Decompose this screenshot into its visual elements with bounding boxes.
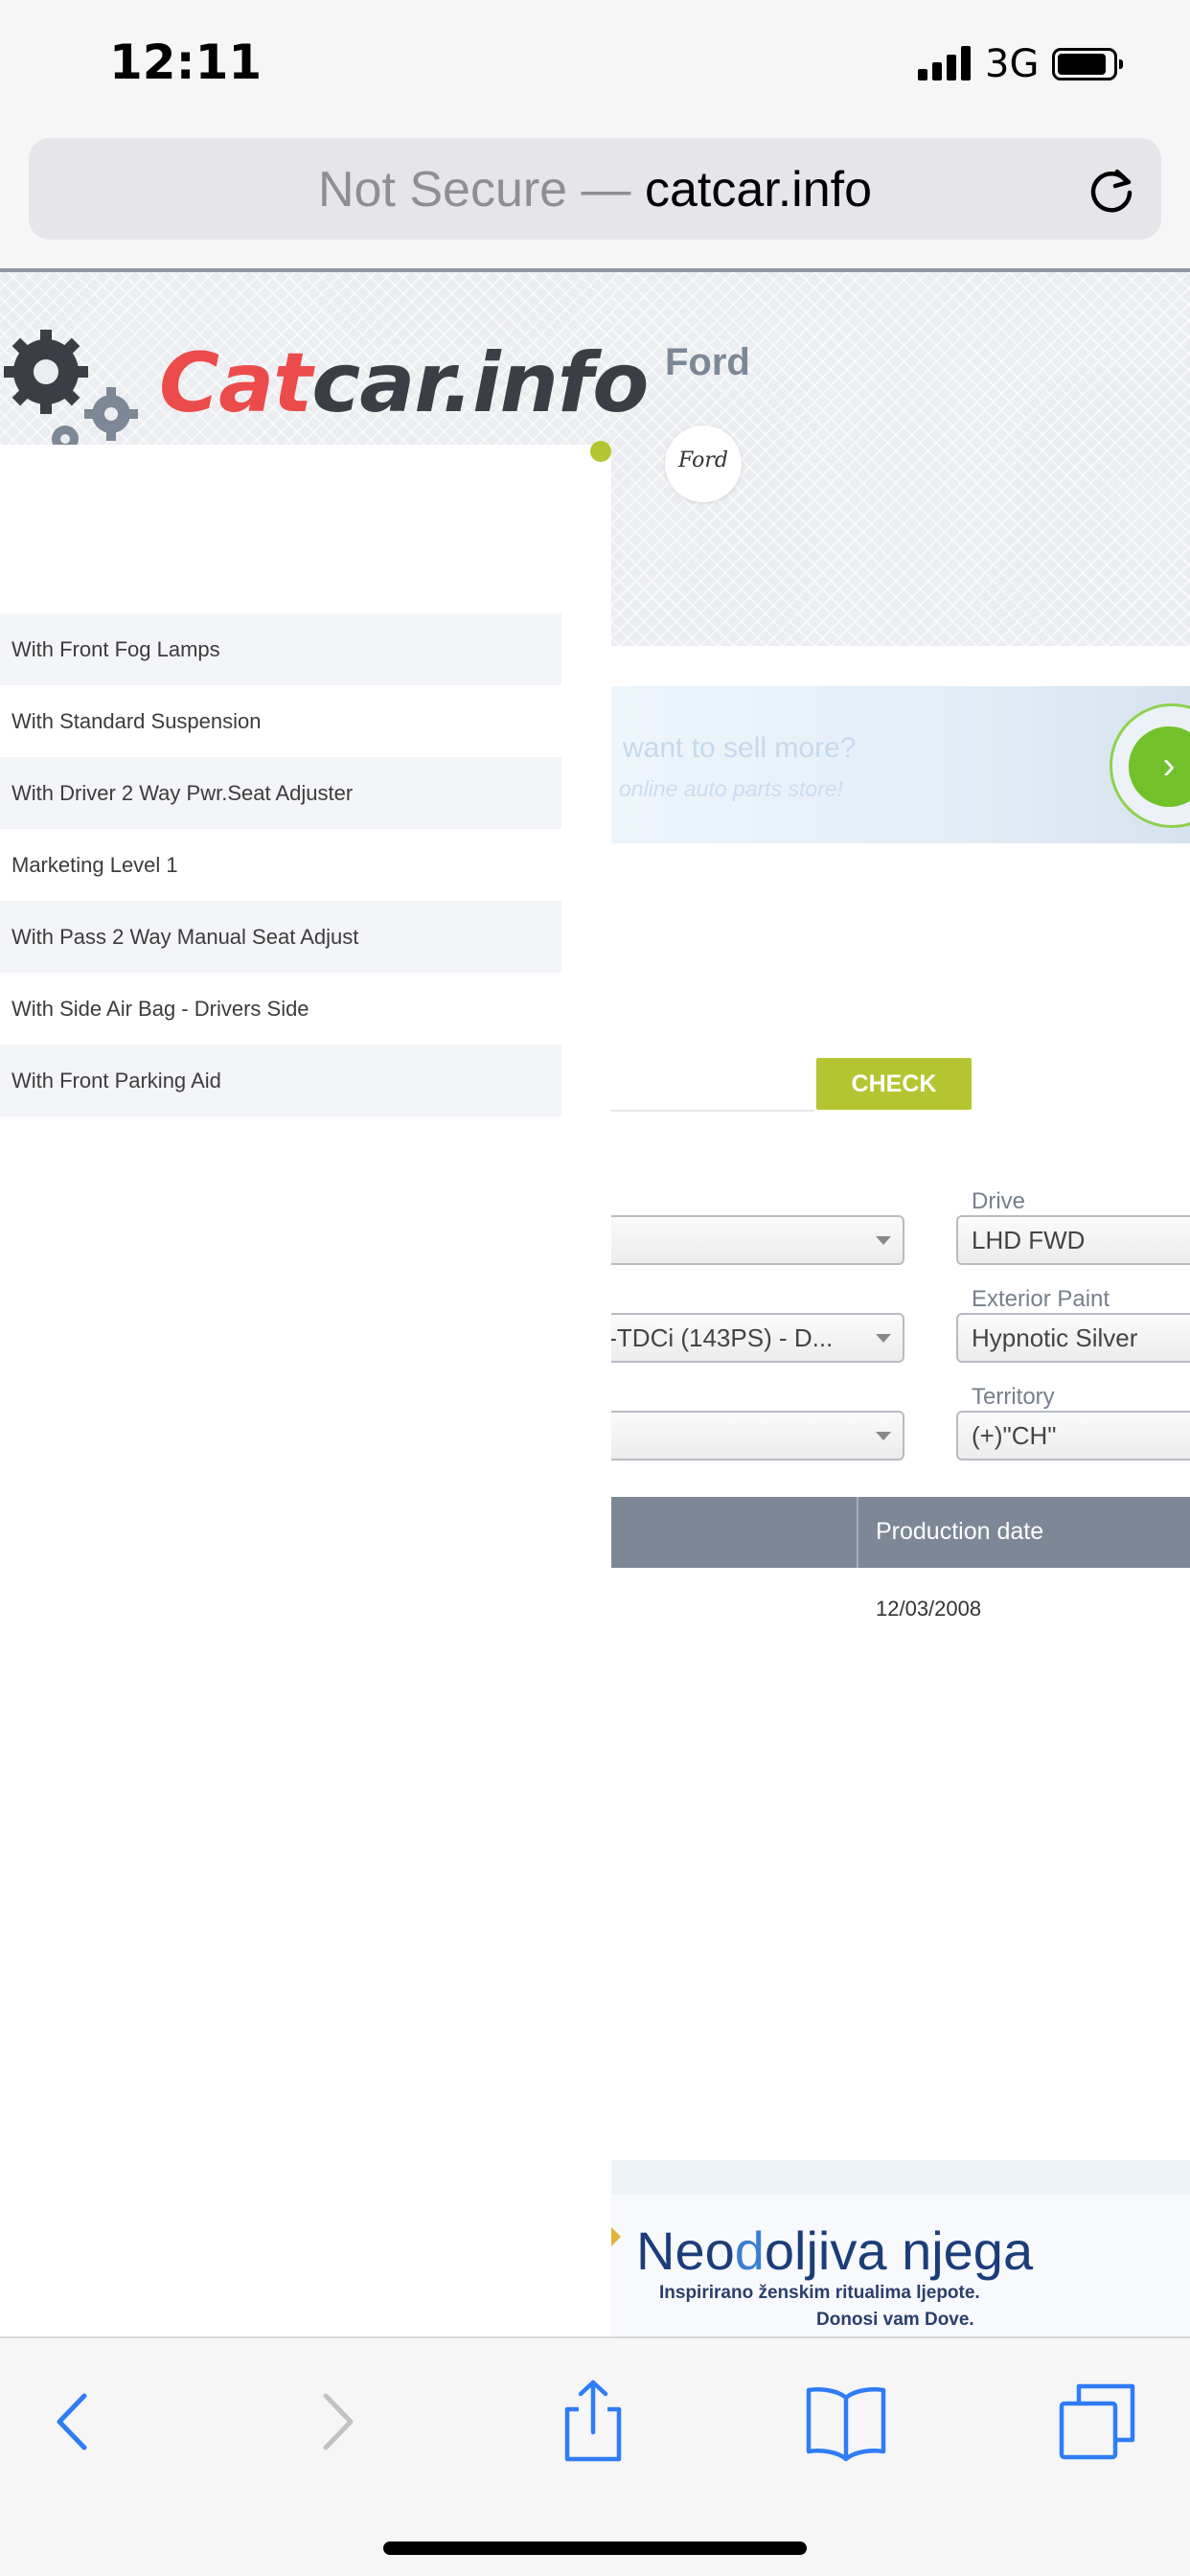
- browser-address-area: Not Secure — catcar.info: [0, 134, 1190, 268]
- advertisement[interactable]: Neodoljiva njega Inspirirano ženskim rit…: [611, 2160, 1190, 2336]
- table-header: Production date: [537, 1497, 1190, 1568]
- option-item: Marketing Level 1: [11, 853, 178, 877]
- option-item: With Front Fog Lamps: [0, 613, 561, 685]
- banner-subline: online auto parts store!: [619, 776, 843, 801]
- gears-icon: [4, 330, 138, 445]
- share-icon[interactable]: [550, 2379, 636, 2465]
- site-logo[interactable]: Catcar.info: [159, 335, 649, 431]
- tabs-icon[interactable]: [1054, 2379, 1140, 2465]
- drive-label: Drive: [972, 1188, 1026, 1214]
- chevron-down-icon: [876, 1432, 891, 1440]
- ad-marker-icon: [611, 2227, 621, 2246]
- promo-banner[interactable]: want to sell more? online auto parts sto…: [611, 686, 1190, 843]
- chevron-down-icon: [876, 1236, 891, 1245]
- paint-select[interactable]: Hypnotic Silver: [956, 1313, 1190, 1363]
- home-indicator[interactable]: [383, 2542, 807, 2555]
- territory-select[interactable]: (+)"CH": [956, 1411, 1190, 1460]
- paint-label: Exterior Paint: [972, 1286, 1110, 1312]
- option-item: With Side Air Bag - Drivers Side: [11, 997, 309, 1021]
- production-date-header: Production date: [876, 1518, 1044, 1545]
- domain-text: catcar.info: [645, 162, 873, 218]
- url-display[interactable]: Not Secure — catcar.info: [29, 161, 1161, 218]
- check-button[interactable]: CHECK: [816, 1058, 972, 1110]
- option-item: With Standard Suspension: [11, 709, 262, 733]
- chevron-down-icon: [876, 1334, 891, 1343]
- back-icon[interactable]: [31, 2379, 117, 2465]
- column-divider: [857, 1497, 858, 1568]
- option-item: With Pass 2 Way Manual Seat Adjust: [0, 901, 561, 973]
- web-page: Ford Ford want to sell more? online auto…: [0, 272, 1190, 2336]
- security-warning: Not Secure —: [317, 162, 631, 218]
- banner-headline: want to sell more?: [623, 732, 857, 764]
- reload-icon[interactable]: [1085, 163, 1138, 217]
- production-date-cell: 12/03/2008: [876, 1597, 982, 1621]
- option-item: With Front Parking Aid: [0, 1045, 561, 1116]
- drive-select[interactable]: LHD FWD: [956, 1215, 1190, 1265]
- ad-tagline: Donosi vam Dove.: [816, 2310, 974, 2330]
- signal-strength-icon: [918, 46, 972, 80]
- options-panel: Catcar.info With Front Fog Lamps With Sta…: [0, 272, 649, 2336]
- site-logo-area: Catcar.info: [0, 272, 649, 445]
- ad-subtitle: Inspirirano ženskim ritualima ljepote.: [659, 2283, 980, 2303]
- status-bar: 12:11 3G: [0, 0, 1190, 134]
- option-list: With Front Fog Lamps With Standard Suspen…: [0, 613, 561, 1116]
- bookmarks-icon[interactable]: [803, 2379, 889, 2465]
- option-item: With Driver 2 Way Pwr.Seat Adjuster: [0, 757, 561, 829]
- battery-icon: [1052, 48, 1123, 80]
- forward-icon[interactable]: [293, 2379, 379, 2465]
- ad-title: Neodoljiva njega: [636, 2220, 1034, 2281]
- panel-indicator: [590, 441, 611, 462]
- address-bar[interactable]: Not Secure — catcar.info: [29, 138, 1161, 240]
- territory-label: Territory: [972, 1384, 1055, 1410]
- browser-toolbar: [0, 2336, 1190, 2576]
- brand-name[interactable]: Ford: [665, 341, 750, 384]
- network-type: 3G: [985, 42, 1040, 86]
- status-time: 12:11: [109, 34, 263, 90]
- ford-logo[interactable]: Ford: [665, 426, 742, 502]
